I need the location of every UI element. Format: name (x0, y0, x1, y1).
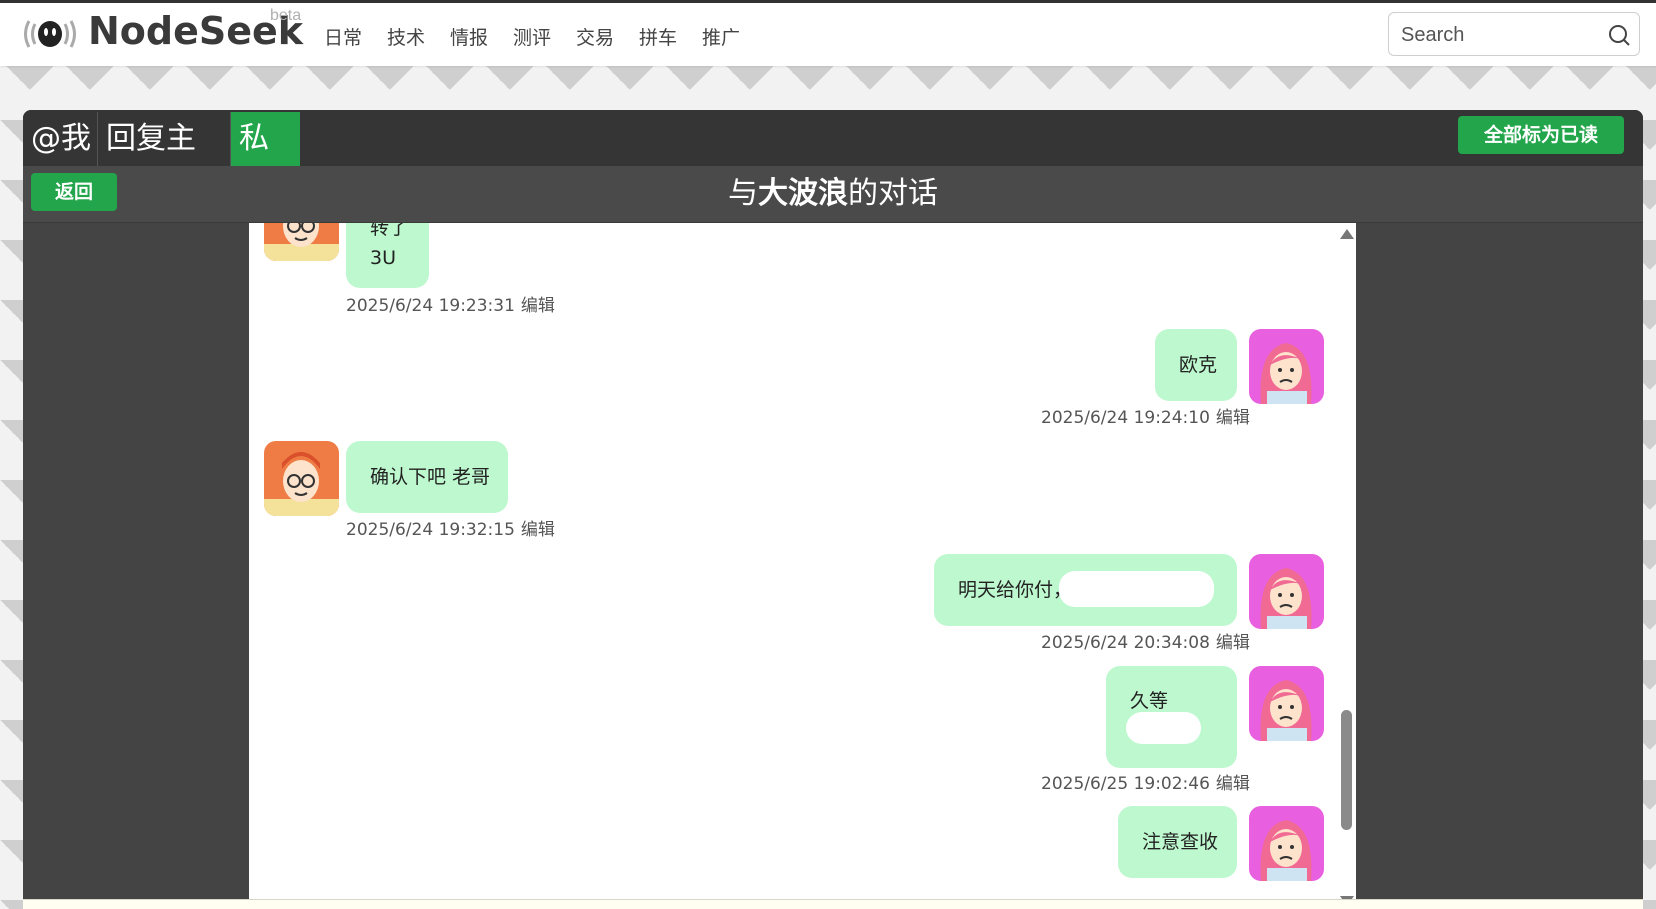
woman-avatar-icon (1260, 820, 1312, 881)
tab-messages[interactable]: 私信 (231, 112, 300, 210)
man-avatar-icon (264, 452, 339, 516)
avatar-self[interactable] (1249, 806, 1324, 881)
scroll-thumb[interactable] (1341, 710, 1352, 830)
conversation-header: 与大波浪的对话 返回 (23, 166, 1643, 223)
message-meta: 2025/6/24 19:24:10 编辑 (1041, 403, 1250, 428)
nav-tech[interactable]: 技术 (387, 23, 425, 50)
nav-info[interactable]: 情报 (450, 23, 488, 50)
mark-all-read-button[interactable]: 全部标为已读 (1458, 116, 1624, 154)
woman-avatar-icon (1260, 568, 1312, 629)
edit-link[interactable]: 编辑 (1216, 774, 1250, 794)
tab-mentions[interactable]: @我 (23, 112, 103, 166)
message-time: 2025/6/24 19:24:10 (1041, 408, 1210, 428)
woman-avatar-icon (1260, 680, 1312, 741)
message-bubble: 转了 3U (346, 223, 429, 288)
search-input[interactable] (1399, 20, 1603, 50)
avatar-self[interactable] (1249, 329, 1324, 404)
avatar-self[interactable] (1249, 554, 1324, 629)
conversation-user[interactable]: 大波浪 (758, 176, 848, 211)
message-time: 2025/6/24 19:32:15 (346, 520, 515, 540)
scroll-up-arrow-icon[interactable] (1340, 229, 1354, 239)
message-time: 2025/6/24 20:34:08 (1041, 633, 1210, 653)
message-text: 注意查收 (1142, 831, 1219, 853)
message-text: 欧克 (1179, 354, 1218, 376)
nav-review[interactable]: 测评 (513, 23, 551, 50)
redaction-mask (1126, 712, 1201, 744)
message-bubble: 确认下吧 老哥 (346, 441, 508, 513)
woman-avatar-icon (1260, 343, 1312, 404)
message-time: 2025/6/24 19:23:31 (346, 296, 515, 316)
avatar-other[interactable] (264, 223, 339, 261)
avatar-self[interactable] (1249, 666, 1324, 741)
nav-carpool[interactable]: 拼车 (639, 23, 677, 50)
logo-icon[interactable] (22, 17, 78, 51)
man-avatar-icon (264, 223, 339, 261)
edit-link[interactable]: 编辑 (1216, 408, 1250, 428)
composer-strip[interactable] (23, 899, 1643, 909)
tab-replies[interactable]: 回复主题 (98, 112, 231, 210)
message-meta: 2025/6/24 20:34:08 编辑 (1041, 628, 1250, 653)
message-time: 2025/6/25 19:02:46 (1041, 774, 1210, 794)
edit-link[interactable]: 编辑 (521, 296, 555, 316)
search-icon[interactable] (1607, 23, 1631, 47)
redaction-mask (1059, 571, 1214, 607)
message-meta: 2025/6/24 19:32:15 编辑 (346, 515, 555, 540)
message-bubble: 欧克 (1155, 329, 1237, 401)
edit-link[interactable]: 编辑 (1216, 633, 1250, 653)
nav-daily[interactable]: 日常 (324, 23, 362, 50)
message-text: 确认下吧 老哥 (370, 466, 491, 488)
beta-badge: beta (270, 7, 302, 24)
chat-scrollbar[interactable] (1336, 223, 1356, 909)
title-suffix: 的对话 (848, 176, 938, 211)
message-bubble: 明天给你付， (934, 554, 1237, 626)
message-text: 明天给你付， (958, 579, 1073, 601)
back-button[interactable]: 返回 (31, 173, 117, 211)
search-box (1388, 12, 1640, 56)
message-bubble: 久等 74 (1106, 666, 1237, 768)
message-bubble: 注意查收 (1118, 806, 1237, 878)
nav-trade[interactable]: 交易 (576, 23, 614, 50)
conversation-title: 与大波浪的对话 (23, 166, 1643, 222)
tab-bar: @我 回复主题 私信 全部标为已读 (23, 110, 1643, 210)
nav-promo[interactable]: 推广 (702, 23, 740, 50)
message-text: 转了 3U (370, 223, 409, 269)
edit-link[interactable]: 编辑 (521, 520, 555, 540)
message-meta: 2025/6/25 19:02:46 编辑 (1041, 769, 1250, 794)
chat-window[interactable]: 转了 3U 2025/6/24 19:23:31 编辑 欧克 2025/6/24 … (249, 223, 1356, 909)
avatar-other[interactable] (264, 441, 339, 516)
title-prefix: 与 (728, 176, 758, 211)
message-meta: 2025/6/24 19:23:31 编辑 (346, 291, 555, 316)
top-navbar: NodeSeek beta 日常 技术 情报 测评 交易 拼车 推广 (0, 3, 1656, 66)
message-panel: @我 回复主题 私信 全部标为已读 与大波浪的对话 返回 转了 3U (23, 110, 1643, 909)
